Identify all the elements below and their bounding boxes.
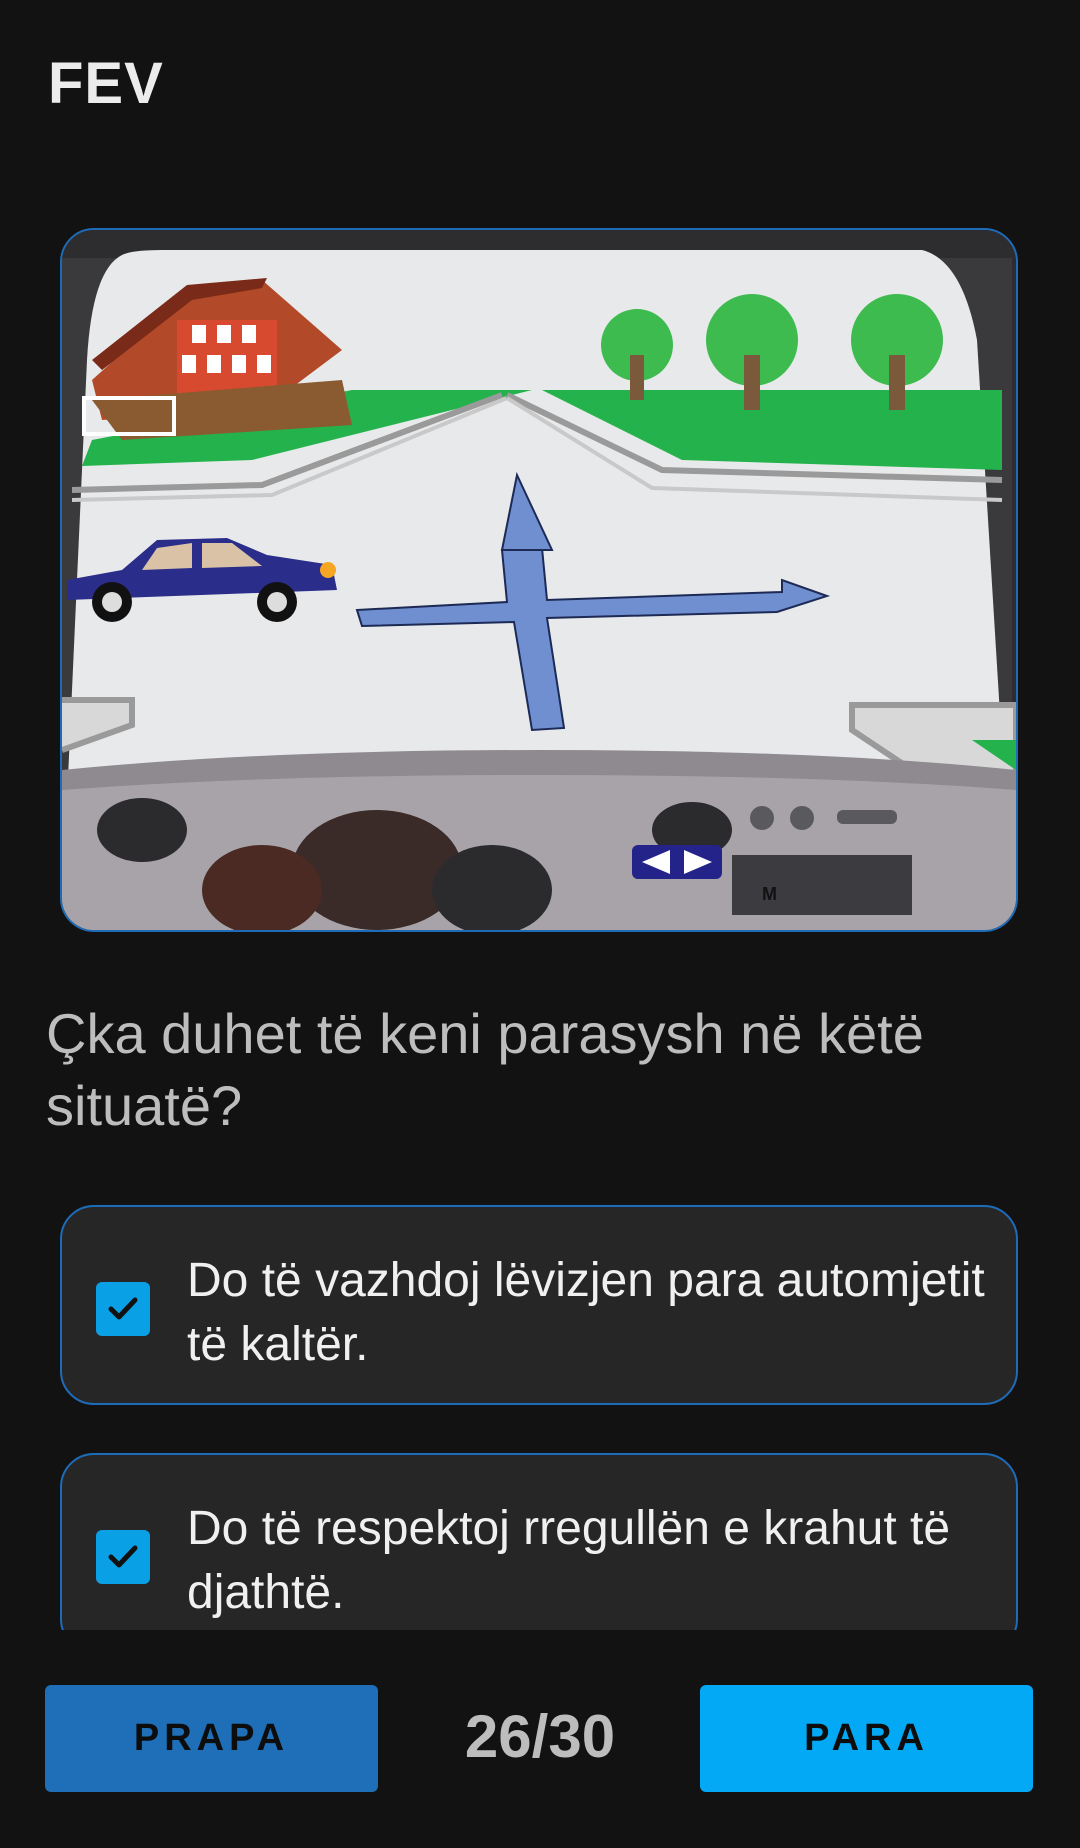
checkbox-checked[interactable] [96, 1282, 150, 1336]
check-icon [108, 1297, 138, 1320]
dashboard-label: M [762, 884, 777, 904]
question-image: M [60, 228, 1018, 932]
answer-option-1-label: Do të vazhdoj lëvizjen para automjetit t… [187, 1254, 985, 1371]
check-icon [108, 1545, 138, 1568]
traffic-scene-image: M [62, 230, 1016, 930]
answer-list: Do të vazhdoj lëvizjen para automjetit t… [60, 1205, 1020, 1630]
prev-button[interactable]: PRAPA [45, 1685, 378, 1792]
app-title: FEV [48, 51, 164, 116]
checkbox-checked[interactable] [96, 1530, 150, 1584]
answer-option-1[interactable]: Do të vazhdoj lëvizjen para automjetit t… [60, 1205, 1018, 1405]
question-counter: 26/30 [464, 1703, 616, 1770]
answer-option-2-label: Do të respektoj rregullën e krahut të dj… [187, 1502, 951, 1619]
question-text: Çka duhet të keni parasysh në këtë situa… [46, 1002, 924, 1137]
next-button[interactable]: PARA [700, 1685, 1033, 1792]
answer-option-2[interactable]: Do të respektoj rregullën e krahut të dj… [60, 1453, 1018, 1630]
